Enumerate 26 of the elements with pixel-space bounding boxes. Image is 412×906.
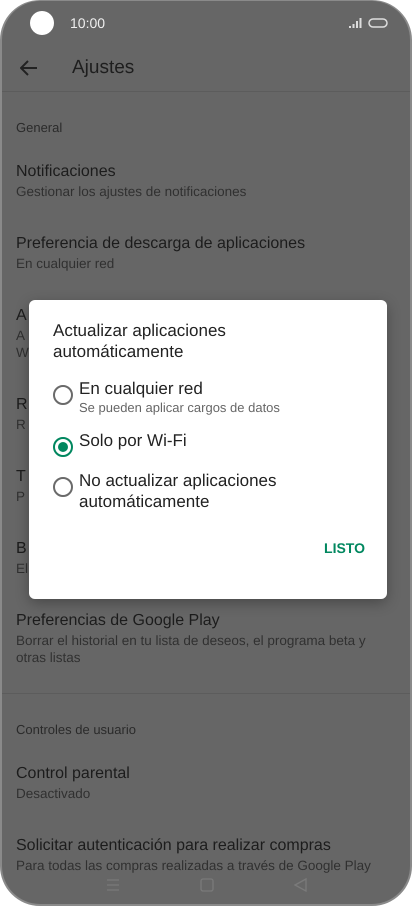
option-label[interactable]: No actualizar aplicaciones automáticamente xyxy=(79,470,363,512)
setting-title[interactable]: Solicitar autenticación para realizar compras xyxy=(16,835,331,857)
camera-hole xyxy=(30,11,54,35)
setting-title[interactable]: R xyxy=(16,394,28,416)
dialog-title: Actualizar aplicaciones automáticamente xyxy=(53,320,227,362)
section-heading: General xyxy=(15,119,64,137)
page-title: Ajustes xyxy=(72,57,134,79)
setting-title[interactable]: T xyxy=(16,466,26,488)
radio-button[interactable] xyxy=(53,385,73,405)
back-arrow-icon[interactable] xyxy=(20,60,38,76)
radio-button[interactable] xyxy=(53,437,73,457)
signal-icon xyxy=(349,18,362,28)
setting-title[interactable]: Preferencias de Google Play xyxy=(16,610,220,632)
setting-title[interactable]: Control parental xyxy=(16,763,130,785)
option-label[interactable]: Solo por Wi-Fi xyxy=(79,430,187,451)
status-time: 10:00 xyxy=(70,15,106,31)
option-label[interactable]: En cualquier red xyxy=(79,378,280,399)
setting-title[interactable]: Preferencia de descarga de aplicaciones xyxy=(16,233,306,255)
radio-button[interactable] xyxy=(53,477,73,497)
setting-title[interactable]: B xyxy=(16,538,27,560)
battery-icon xyxy=(368,18,388,28)
section-heading: Controles de usuario xyxy=(15,721,137,739)
setting-title[interactable]: A xyxy=(16,305,27,327)
done-button[interactable]: LISTO xyxy=(324,534,365,562)
setting-title[interactable]: Notificaciones xyxy=(16,161,116,183)
option-hint: Se pueden aplicar cargos de datos xyxy=(79,399,280,417)
